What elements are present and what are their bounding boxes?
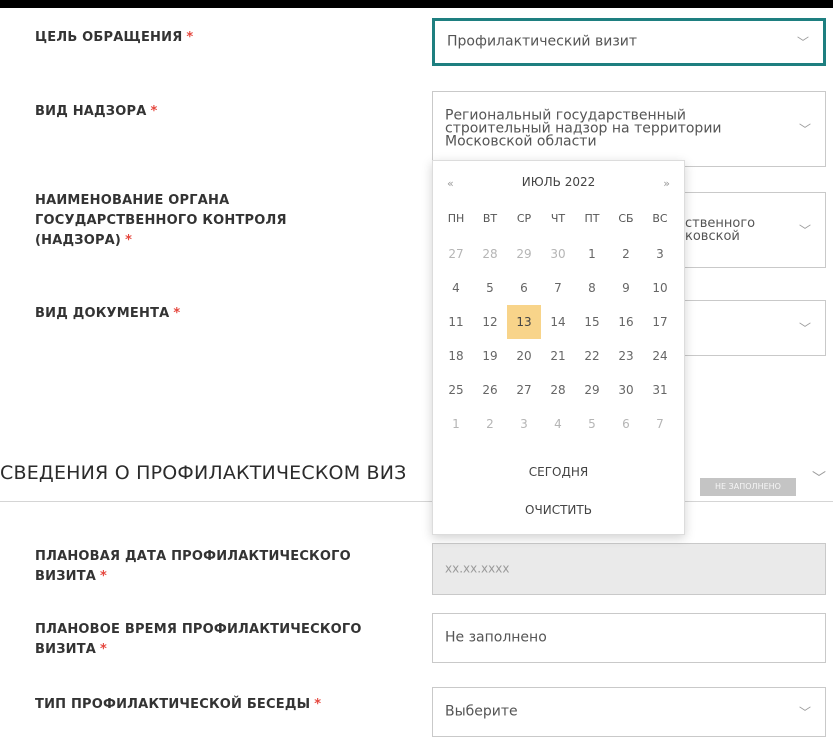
calendar-day[interactable]: 2 (609, 237, 643, 271)
clear-button[interactable]: ОЧИСТИТЬ (433, 503, 684, 517)
calendar-day[interactable]: 7 (643, 407, 677, 441)
calendar-day[interactable]: 30 (609, 373, 643, 407)
calendar-day[interactable]: 25 (439, 373, 473, 407)
calendar-day[interactable]: 7 (541, 271, 575, 305)
calendar-day[interactable]: 1 (439, 407, 473, 441)
weekday-label: СБ (618, 212, 634, 225)
doc-type-label: ВИД ДОКУМЕНТА * (35, 306, 181, 321)
supervision-select[interactable]: Региональный государственный строительны… (432, 91, 826, 167)
weekday-label: СР (516, 212, 532, 225)
calendar-day[interactable]: 27 (439, 237, 473, 271)
calendar-header: « ИЮЛЬ 2022 » (433, 175, 684, 195)
required-mark: * (100, 642, 108, 657)
required-mark: * (150, 104, 158, 119)
visit-date-input[interactable]: xx.xx.xxxx (432, 543, 826, 595)
calendar-day-today[interactable]: 13 (507, 305, 541, 339)
required-mark: * (125, 233, 133, 248)
calendar-day[interactable]: 31 (643, 373, 677, 407)
calendar-week-row: 18 19 20 21 22 23 24 (439, 339, 679, 373)
calendar-day[interactable]: 10 (643, 271, 677, 305)
section-title: СВЕДЕНИЯ О ПРОФИЛАКТИЧЕСКОМ ВИЗ (0, 462, 407, 484)
calendar-day[interactable]: 24 (643, 339, 677, 373)
weekday-label: ПТ (584, 212, 600, 225)
calendar-grid: ПН ВТ СР ЧТ ПТ СБ ВС 27 28 29 30 1 2 3 4 5 6 7 8 9 10 11 12 13… (439, 209, 679, 441)
calendar-day[interactable]: 8 (575, 271, 609, 305)
calendar-day[interactable]: 18 (439, 339, 473, 373)
weekday-label: ПН (447, 212, 465, 225)
required-mark: * (314, 697, 322, 712)
talk-type-label: ТИП ПРОФИЛАКТИЧЕСКОЙ БЕСЕДЫ * (35, 697, 322, 712)
visit-time-input[interactable]: Не заполнено (432, 613, 826, 663)
calendar-month-title[interactable]: ИЮЛЬ 2022 (433, 175, 684, 189)
chevron-down-icon: ﹀ (798, 705, 811, 720)
calendar-day[interactable]: 20 (507, 339, 541, 373)
calendar-week-row: 4 5 6 7 8 9 10 (439, 271, 679, 305)
weekday-label: ВС (652, 212, 668, 225)
status-badge: НЕ ЗАПОЛНЕНО (700, 478, 796, 496)
calendar-day[interactable]: 3 (643, 237, 677, 271)
calendar-day[interactable]: 30 (541, 237, 575, 271)
weekday-label: ЧТ (550, 212, 566, 225)
talk-type-value: Выберите (445, 703, 518, 720)
chevron-down-icon: ﹀ (798, 122, 811, 137)
weekday-label: ВТ (482, 212, 498, 225)
purpose-value: Профилактический визит (447, 33, 638, 50)
supervision-label: ВИД НАДЗОРА * (35, 104, 158, 119)
chevron-down-icon: ﹀ (798, 223, 811, 238)
calendar-day[interactable]: 29 (575, 373, 609, 407)
chevron-down-icon: ﹀ (798, 321, 811, 336)
calendar-day[interactable]: 4 (541, 407, 575, 441)
visit-date-placeholder: xx.xx.xxxx (445, 561, 510, 576)
calendar-day[interactable]: 5 (473, 271, 507, 305)
calendar-day[interactable]: 29 (507, 237, 541, 271)
required-mark: * (100, 569, 108, 584)
purpose-label: ЦЕЛЬ ОБРАЩЕНИЯ * (35, 30, 194, 45)
calendar-day[interactable]: 14 (541, 305, 575, 339)
required-mark: * (186, 30, 194, 45)
calendar-day[interactable]: 6 (507, 271, 541, 305)
weekday-row: ПН ВТ СР ЧТ ПТ СБ ВС (439, 209, 679, 229)
visit-time-label: ПЛАНОВОЕ ВРЕМЯ ПРОФИЛАКТИЧЕСКОГО ВИЗИТА * (35, 622, 362, 657)
calendar-day[interactable]: 4 (439, 271, 473, 305)
calendar-day[interactable]: 1 (575, 237, 609, 271)
calendar-week-row: 11 12 13 14 15 16 17 (439, 305, 679, 339)
chevron-down-icon: ﹀ (796, 35, 809, 50)
calendar-day[interactable]: 2 (473, 407, 507, 441)
calendar-day[interactable]: 9 (609, 271, 643, 305)
calendar-week-row: 25 26 27 28 29 30 31 (439, 373, 679, 407)
date-picker-popup: « ИЮЛЬ 2022 » ПН ВТ СР ЧТ ПТ СБ ВС 27 28 29 30 1 2 3… (432, 160, 685, 535)
calendar-day[interactable]: 16 (609, 305, 643, 339)
visit-time-value: Не заполнено (445, 629, 547, 646)
calendar-day[interactable]: 27 (507, 373, 541, 407)
calendar-day[interactable]: 15 (575, 305, 609, 339)
required-mark: * (173, 306, 181, 321)
calendar-week-row: 27 28 29 30 1 2 3 (439, 237, 679, 271)
chevron-down-icon[interactable]: ﹀ (812, 468, 826, 488)
calendar-day[interactable]: 28 (473, 237, 507, 271)
section-divider (0, 501, 833, 502)
calendar-day[interactable]: 6 (609, 407, 643, 441)
calendar-day[interactable]: 21 (541, 339, 575, 373)
calendar-day[interactable]: 19 (473, 339, 507, 373)
authority-value: ственного ковской (685, 216, 756, 244)
calendar-day[interactable]: 22 (575, 339, 609, 373)
purpose-select[interactable]: Профилактический визит ﹀ (432, 18, 826, 66)
calendar-day[interactable]: 26 (473, 373, 507, 407)
calendar-day[interactable]: 12 (473, 305, 507, 339)
today-button[interactable]: СЕГОДНЯ (433, 465, 684, 479)
top-bar (0, 0, 833, 8)
supervision-value: Региональный государственный строительны… (445, 107, 722, 150)
next-month-button[interactable]: » (663, 177, 670, 190)
calendar-week-row: 1234567 (439, 407, 679, 441)
calendar-day[interactable]: 23 (609, 339, 643, 373)
authority-label: НАИМЕНОВАНИЕ ОРГАНА ГОСУДАРСТВЕННОГО КОН… (35, 193, 287, 248)
visit-date-label: ПЛАНОВАЯ ДАТА ПРОФИЛАКТИЧЕСКОГО ВИЗИТА * (35, 549, 351, 584)
calendar-day[interactable]: 28 (541, 373, 575, 407)
talk-type-select[interactable]: Выберите ﹀ (432, 687, 826, 737)
calendar-day[interactable]: 3 (507, 407, 541, 441)
calendar-day[interactable]: 5 (575, 407, 609, 441)
calendar-day[interactable]: 11 (439, 305, 473, 339)
calendar-day[interactable]: 17 (643, 305, 677, 339)
